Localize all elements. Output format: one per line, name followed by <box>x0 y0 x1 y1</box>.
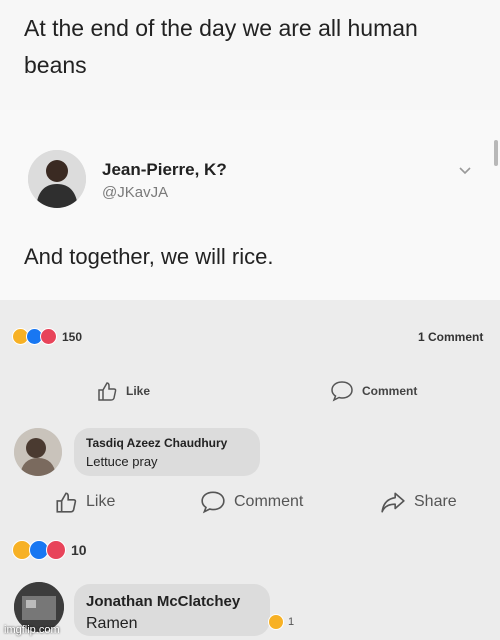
share-button[interactable]: Share <box>380 490 457 514</box>
comment-reaction-count: 1 <box>288 616 295 628</box>
like-button[interactable]: Like <box>96 380 150 402</box>
scrollbar-thumb[interactable] <box>494 140 498 166</box>
reaction-count: 10 <box>71 542 87 558</box>
like-label: Like <box>126 384 151 398</box>
watermark: imgflip.com <box>4 624 60 636</box>
outer-reactions[interactable]: 10 <box>12 540 87 560</box>
chevron-down-icon[interactable] <box>458 163 472 177</box>
reaction-count: 150 <box>62 329 83 344</box>
thumbs-up-icon <box>98 382 117 401</box>
thumbs-up-icon <box>56 492 77 513</box>
comment-icon <box>201 491 225 514</box>
author-handle[interactable]: @JKavJA <box>102 184 168 201</box>
commenter-name[interactable]: Tasdiq Azeez Chaudhury <box>86 436 227 450</box>
comment-button[interactable]: Comment <box>330 380 417 402</box>
reply-tweet-panel <box>0 110 500 300</box>
post-reactions[interactable]: 150 <box>12 328 82 345</box>
commenter-avatar[interactable] <box>14 428 62 476</box>
haha-icon <box>268 614 284 630</box>
top-tweet-text: At the end of the day we are all human b… <box>24 15 418 78</box>
reply-tweet-text: And together, we will rice. <box>24 244 274 269</box>
comment-label: Comment <box>234 493 304 510</box>
comment-text: Lettuce pray <box>86 454 158 469</box>
comment-bubble: Jonathan McClatchey Ramen <box>74 584 270 636</box>
share-icon <box>381 492 405 513</box>
comment-icon <box>331 381 353 402</box>
top-tweet-panel: At the end of the day we are all human b… <box>0 0 500 110</box>
love-icon <box>46 540 66 560</box>
comment-reactions[interactable]: 1 <box>268 614 294 630</box>
love-icon <box>40 328 57 345</box>
author-name[interactable]: Jean-Pierre, K? <box>102 160 227 180</box>
share-label: Share <box>414 493 457 510</box>
outer-comment-button[interactable]: Comment <box>200 490 303 514</box>
comment-label: Comment <box>362 384 418 398</box>
comment-bubble: Tasdiq Azeez Chaudhury Lettuce pray <box>74 428 260 476</box>
commenter-name[interactable]: Jonathan McClatchey <box>86 593 240 610</box>
like-label: Like <box>86 493 116 510</box>
comment-text: Ramen <box>86 615 138 632</box>
outer-like-button[interactable]: Like <box>54 490 115 514</box>
comment-count[interactable]: 1 Comment <box>418 330 483 344</box>
author-avatar[interactable] <box>28 150 86 208</box>
